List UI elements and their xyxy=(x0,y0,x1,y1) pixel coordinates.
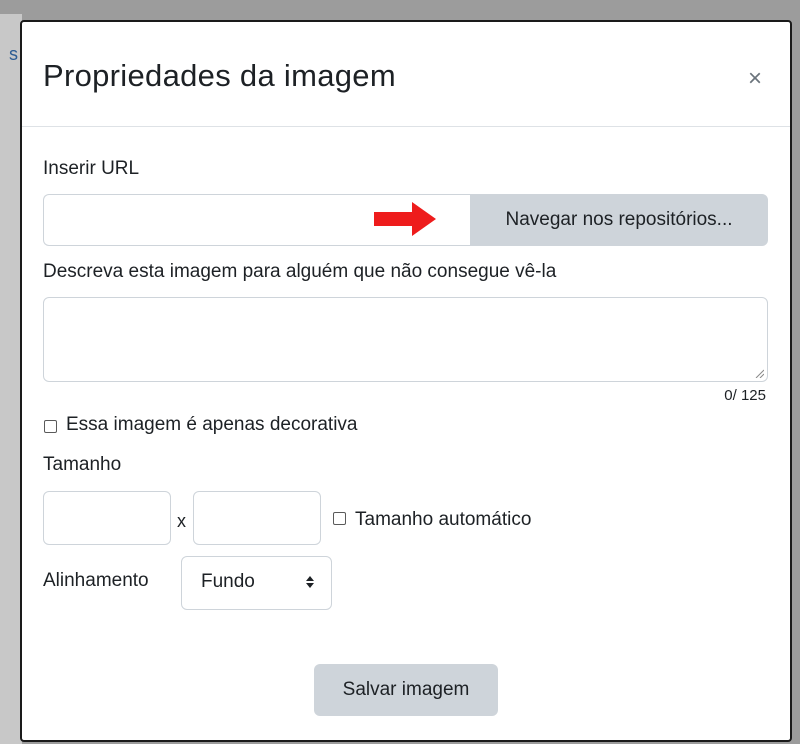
auto-size-label[interactable]: Tamanho automático xyxy=(355,509,531,531)
save-image-button[interactable]: Salvar imagem xyxy=(314,664,498,716)
dialog-title: Propriedades da imagem xyxy=(43,58,396,93)
character-counter: 0/ 125 xyxy=(724,387,766,404)
width-input[interactable] xyxy=(43,491,171,545)
resize-grip-icon[interactable] xyxy=(754,368,764,378)
alignment-selected-value: Fundo xyxy=(201,571,255,592)
decorative-checkbox[interactable] xyxy=(44,420,57,433)
auto-size-checkbox[interactable] xyxy=(333,512,346,525)
alt-text-label: Descreva esta imagem para alguém que não… xyxy=(43,261,557,282)
browse-repositories-button[interactable]: Navegar nos repositórios... xyxy=(470,194,768,246)
page-behind-modal xyxy=(0,14,22,744)
dialog-header: Propriedades da imagem × xyxy=(22,22,790,127)
alt-text-textarea[interactable] xyxy=(43,297,768,382)
select-arrows-icon xyxy=(306,576,314,588)
height-input[interactable] xyxy=(193,491,321,545)
alignment-label: Alinhamento xyxy=(43,570,149,591)
close-button[interactable]: × xyxy=(744,67,766,91)
url-label: Inserir URL xyxy=(43,158,140,179)
alignment-select[interactable]: Fundo xyxy=(181,556,332,610)
decorative-label[interactable]: Essa imagem é apenas decorativa xyxy=(66,414,358,436)
red-arrow-annotation xyxy=(374,202,436,236)
image-properties-dialog: Propriedades da imagem × Inserir URL Nav… xyxy=(20,20,792,742)
background-link-fragment: s xyxy=(9,44,18,64)
size-label: Tamanho xyxy=(43,454,122,475)
size-separator: x xyxy=(177,511,186,531)
